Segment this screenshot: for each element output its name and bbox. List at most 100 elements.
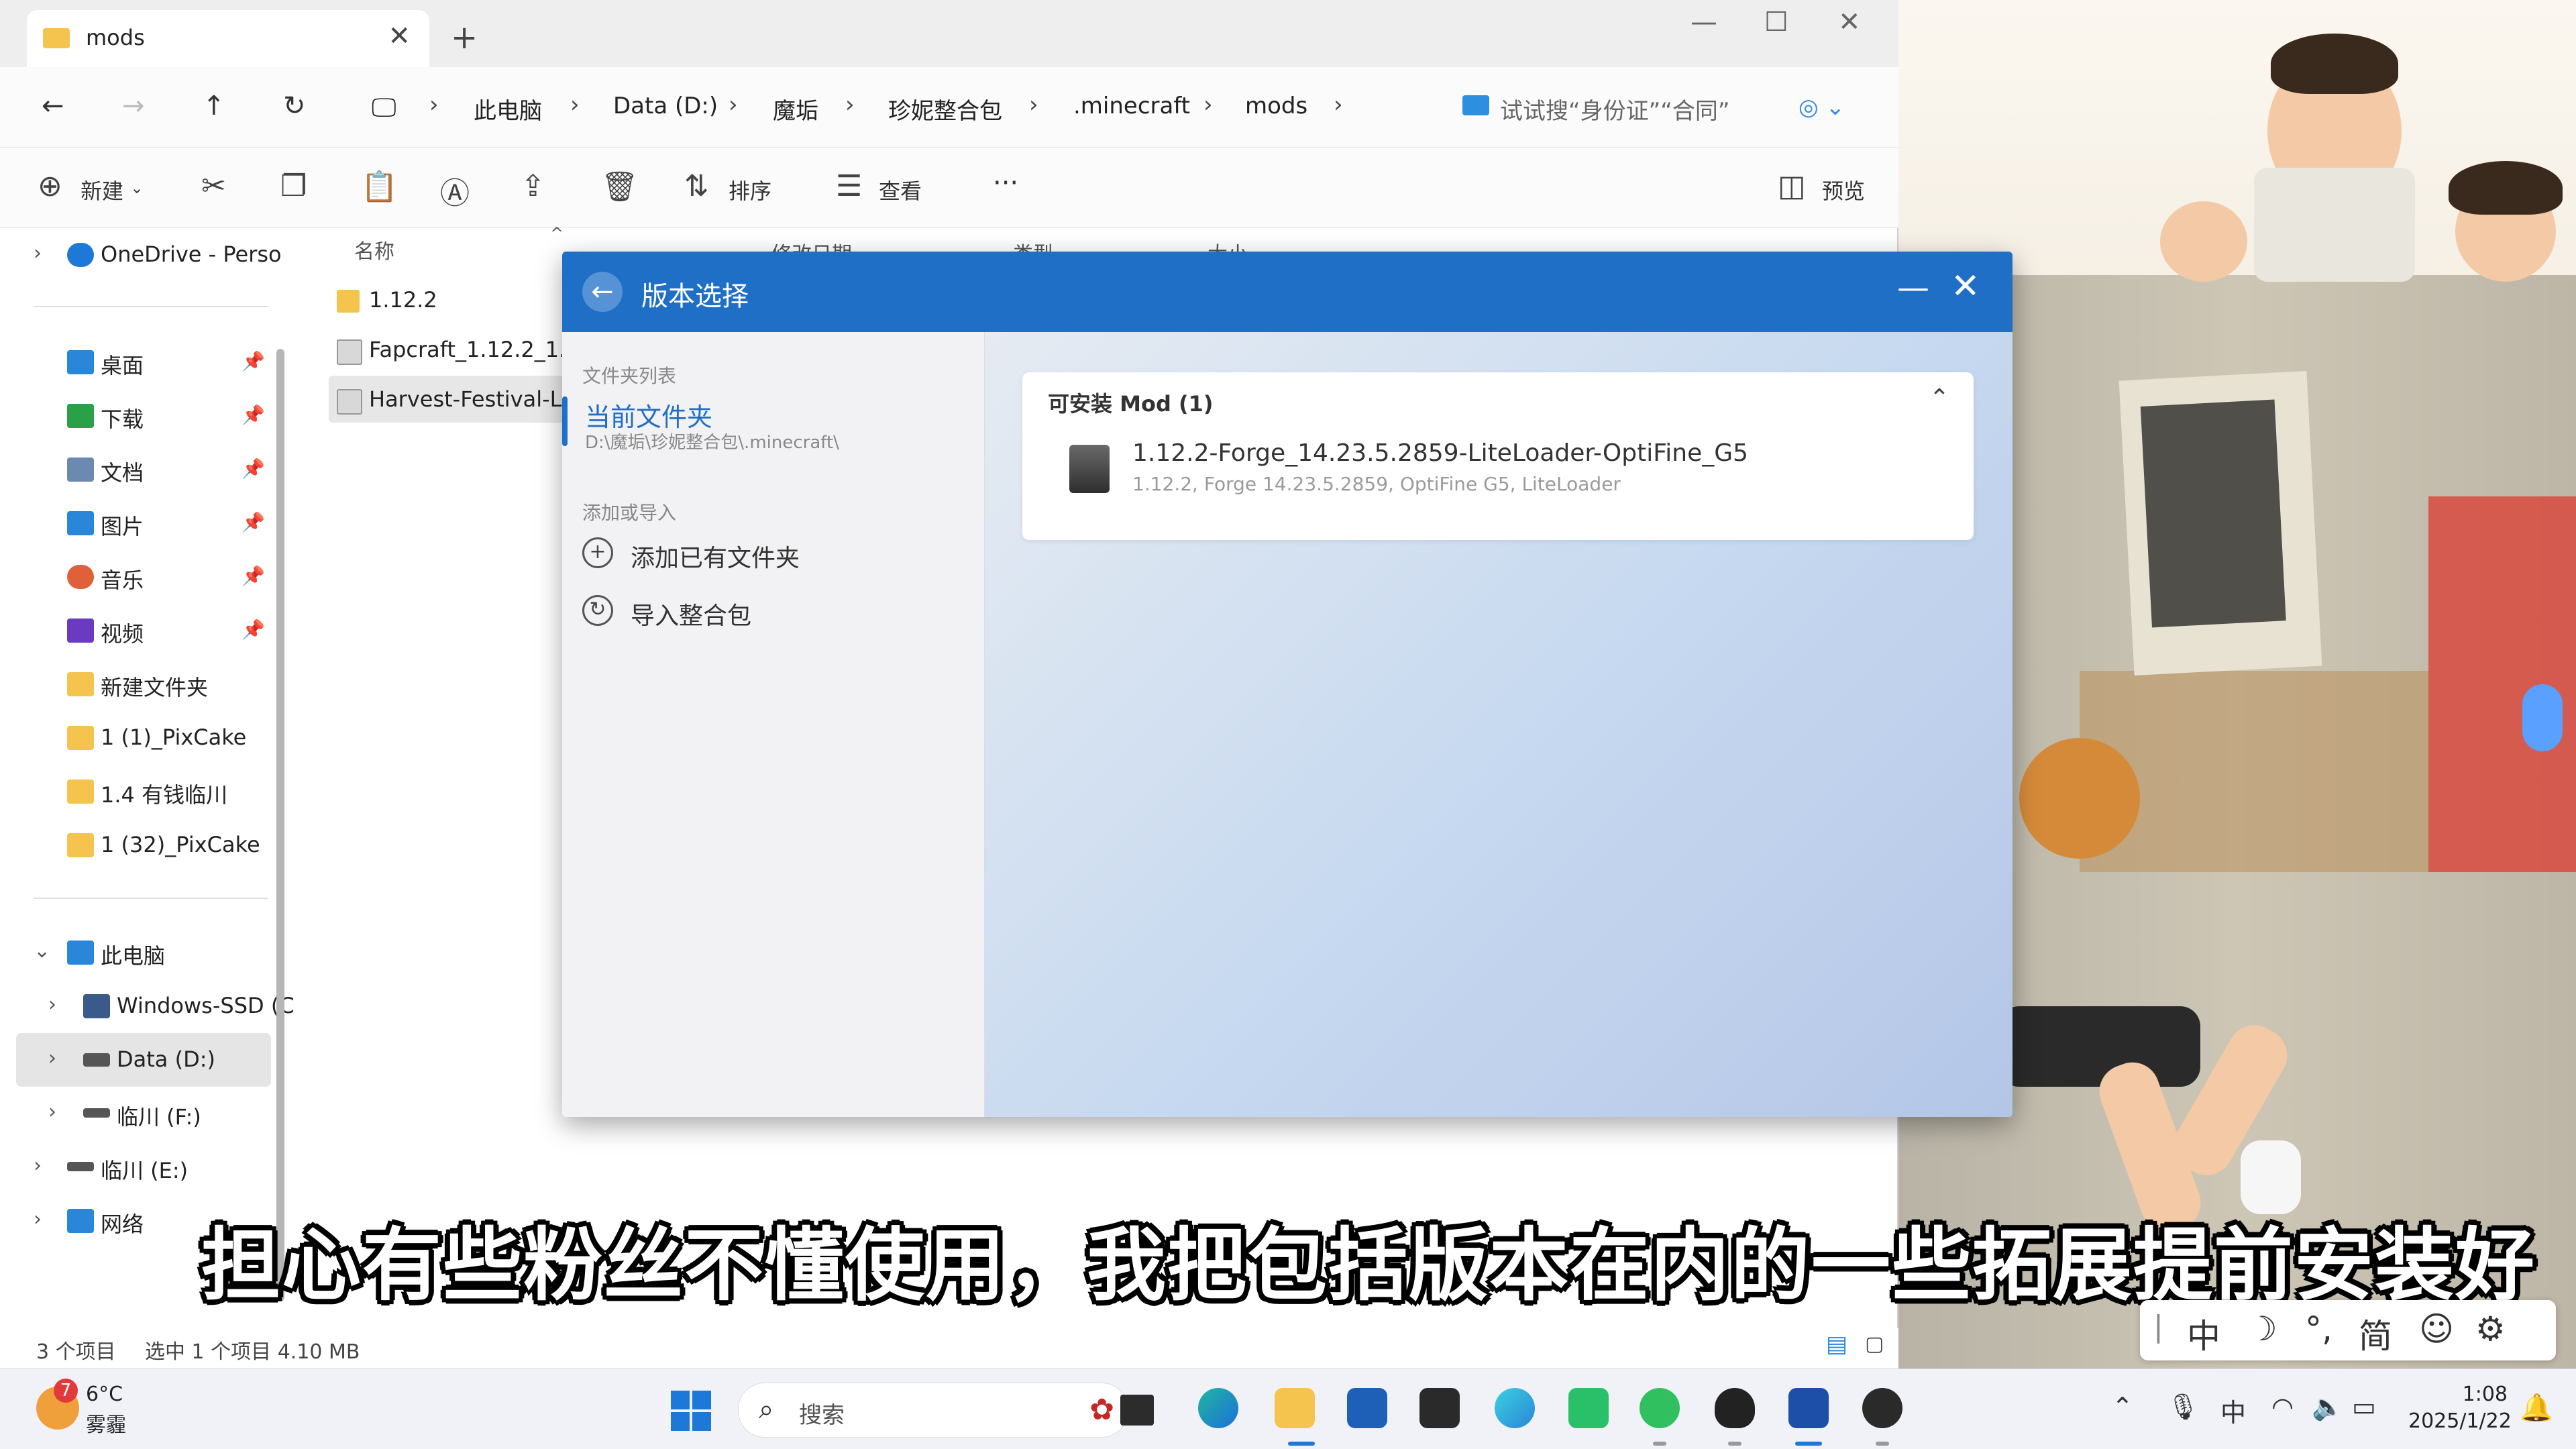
new-tab-button[interactable]: + [451, 19, 478, 56]
sidebar-item-documents[interactable]: 文档 📌 [0, 443, 268, 496]
breadcrumb-item[interactable]: Data (D:) [613, 93, 718, 119]
sidebar-item-music[interactable]: 音乐 📌 [0, 550, 268, 604]
delete-icon[interactable]: 🗑 [601, 169, 639, 204]
sidebar-item-downloads[interactable]: 下载 📌 [0, 389, 268, 443]
clock-time[interactable]: 1:08 [2420, 1383, 2508, 1406]
chevron-right-icon[interactable]: › [34, 241, 42, 265]
microphone-icon[interactable]: 🎙 [2167, 1392, 2199, 1422]
volume-icon[interactable]: 🔈 [2312, 1392, 2343, 1422]
sidebar-item-drive-e[interactable]: › 临川 (E:) [0, 1140, 268, 1194]
moon-icon[interactable]: ☽ [2247, 1309, 2277, 1348]
floating-assistant-button[interactable] [2522, 684, 2563, 751]
emoji-icon[interactable]: ☺ [2419, 1309, 2454, 1348]
pin-icon[interactable]: 📌 [241, 511, 265, 533]
launcher-app-icon[interactable] [1788, 1388, 1829, 1428]
share-icon[interactable]: ⇪ [521, 169, 545, 203]
back-icon[interactable]: ← [42, 91, 64, 121]
copy-icon[interactable]: ❐ [280, 169, 307, 203]
pin-icon[interactable]: 📌 [241, 565, 265, 587]
wechat-icon[interactable] [1640, 1388, 1680, 1428]
close-button[interactable]: ✕ [1951, 266, 1980, 307]
sidebar-item-onedrive[interactable]: › OneDrive - Perso [0, 228, 282, 282]
chevron-right-icon[interactable]: › [48, 1100, 56, 1124]
tiles-view-icon[interactable]: ▢ [1865, 1332, 1884, 1356]
sidebar-item-desktop[interactable]: 桌面 📌 [0, 335, 268, 389]
close-button[interactable]: ✕ [1838, 7, 1861, 38]
chevron-up-icon[interactable]: ⌃ [1929, 384, 1949, 412]
list-item[interactable]: 1.12.2 [329, 276, 570, 323]
chevron-up-icon[interactable]: ⌃ [2112, 1392, 2133, 1421]
chevron-right-icon[interactable]: › [34, 1154, 42, 1177]
list-item[interactable]: Fapcraft_1.12.2_1.1 [329, 326, 570, 373]
punctuation-icon[interactable]: °, [2305, 1309, 2332, 1348]
breadcrumb-item[interactable]: .minecraft [1073, 93, 1190, 119]
rename-icon[interactable]: Ⓐ [440, 169, 470, 212]
address-bar[interactable]: 🖵 › 此电脑 › Data (D:) › 魔垢 › 珍妮整合包 › .mine… [349, 80, 1395, 136]
ime-language-toggle[interactable]: 中 [2187, 1309, 2220, 1358]
preview-pane-icon[interactable]: ◫ [1778, 169, 1806, 203]
column-header-name[interactable]: 名称 [354, 235, 394, 264]
tab-close-icon[interactable]: ✕ [388, 21, 411, 52]
breadcrumb-item[interactable]: mods [1245, 93, 1307, 119]
more-options-button[interactable]: ··· [993, 168, 1018, 199]
minimize-button[interactable]: — [1690, 7, 1717, 38]
sidebar-item-drive-c[interactable]: › Windows-SSD (C [0, 979, 294, 1033]
scrollbar[interactable] [276, 349, 284, 1301]
sidebar-item-drive-d[interactable]: › Data (D:) [16, 1033, 271, 1087]
battery-icon[interactable]: ▭ [2352, 1392, 2376, 1421]
new-icon[interactable]: ⊕ [38, 169, 62, 203]
notification-bell-icon[interactable]: 🔔 [2520, 1392, 2553, 1424]
add-existing-folder-button[interactable]: + 添加已有文件夹 [582, 531, 958, 578]
chevron-right-icon[interactable]: › [48, 993, 56, 1016]
wifi-icon[interactable]: ◠ [2271, 1392, 2294, 1421]
pin-icon[interactable]: 📌 [241, 619, 265, 641]
pin-icon[interactable]: 📌 [241, 458, 265, 480]
breadcrumb-item[interactable]: 此电脑 [474, 93, 542, 125]
start-button[interactable] [671, 1391, 711, 1431]
maximize-button[interactable]: ☐ [1764, 7, 1788, 38]
cut-icon[interactable]: ✂ [201, 169, 226, 203]
chat-app-icon[interactable] [1568, 1388, 1609, 1428]
sidebar-item-folder[interactable]: 1 (32)_PixCake [0, 818, 268, 872]
import-modpack-button[interactable]: ↻ 导入整合包 [582, 588, 958, 635]
settings-icon[interactable]: ⚙ [2475, 1309, 2506, 1348]
list-item[interactable]: Harvest-Festival-Leg [329, 376, 570, 423]
taskbar-search-box[interactable]: ⌕ 搜索 ✿ [738, 1383, 1128, 1438]
chevron-down-icon[interactable]: ⌄ [130, 178, 144, 197]
weather-temperature[interactable]: 6°C [86, 1383, 123, 1406]
file-explorer-taskbar-icon[interactable] [1275, 1388, 1315, 1428]
edge-browser-icon[interactable] [1198, 1388, 1238, 1428]
refresh-icon[interactable]: ↻ [283, 91, 306, 121]
chevron-down-icon[interactable]: ⌄ [34, 939, 50, 963]
view-icon[interactable]: ☰ [836, 169, 862, 203]
media-app-icon[interactable] [1862, 1388, 1902, 1428]
sidebar-item-this-pc[interactable]: ⌄ 此电脑 [0, 926, 268, 979]
breadcrumb-item[interactable]: 魔垢 [773, 93, 818, 125]
sidebar-item-drive-f[interactable]: › 临川 (F:) [0, 1087, 268, 1140]
weather-condition[interactable]: 雾霾 [86, 1408, 126, 1438]
sidebar-item-folder[interactable]: 1.4 有钱临川 [0, 765, 268, 818]
sort-button-label[interactable]: 排序 [729, 174, 771, 205]
qq-icon[interactable] [1715, 1388, 1755, 1428]
task-view-icon[interactable] [1120, 1395, 1154, 1426]
paste-icon[interactable]: 📋 [361, 169, 398, 204]
forward-icon[interactable]: → [122, 91, 145, 121]
browser-icon[interactable] [1495, 1388, 1535, 1428]
sidebar-item-folder[interactable]: 1 (1)_PixCake [0, 711, 268, 765]
chevron-right-icon[interactable]: › [34, 1208, 42, 1231]
view-button-label[interactable]: 查看 [879, 174, 922, 205]
sidebar-item-folder[interactable]: 新建文件夹 [0, 657, 268, 711]
minimize-button[interactable]: — [1897, 269, 1929, 307]
preview-button-label[interactable]: 预览 [1822, 174, 1865, 205]
store-icon[interactable] [1347, 1388, 1387, 1428]
mod-version-name[interactable]: 1.12.2-Forge_14.23.5.2859-LiteLoader-Opt… [1132, 439, 1748, 467]
details-view-icon[interactable]: ▤ [1826, 1331, 1847, 1358]
cube-app-icon[interactable] [1419, 1388, 1460, 1428]
chevron-right-icon[interactable]: › [48, 1046, 56, 1070]
search-input[interactable]: 试试搜“身份证”“合同” ◎ ⌄ [1442, 80, 1872, 136]
up-icon[interactable]: ↑ [203, 91, 225, 121]
input-language-indicator[interactable]: 中 [2220, 1392, 2246, 1429]
ai-search-icon[interactable]: ◎ ⌄ [1799, 94, 1845, 121]
tab-mods[interactable]: mods ✕ [27, 10, 429, 67]
ime-simplified-toggle[interactable]: 简 [2359, 1309, 2392, 1358]
